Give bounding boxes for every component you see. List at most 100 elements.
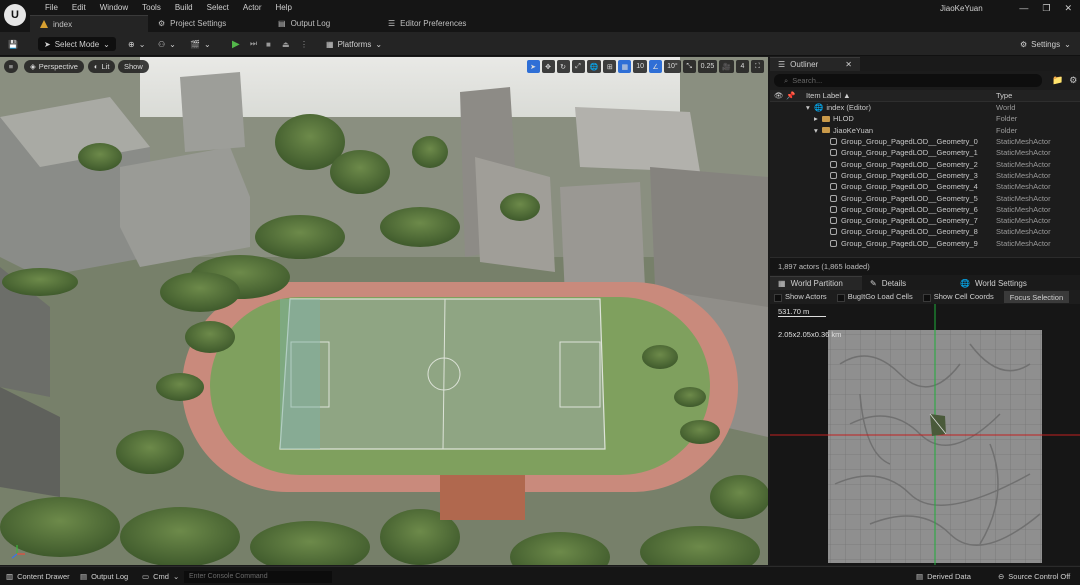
level-icon [40, 20, 48, 28]
row-label: Group_Group_PagedLOD__Geometry_3 [841, 170, 978, 180]
show-cell-coords-checkbox[interactable]: Show Cell Coords [922, 292, 994, 302]
select-tool-icon[interactable]: ➤ [526, 60, 540, 73]
add-actor-button[interactable]: ⊕ ⌄ [128, 36, 145, 52]
bugitgo-checkbox[interactable]: BugItGo Load Cells [836, 292, 913, 302]
platforms-dropdown[interactable]: ▦ Platforms ⌄ [326, 36, 382, 52]
outliner-row[interactable]: Group_Group_PagedLOD__Geometry_6 StaticMe… [770, 204, 1080, 215]
minimize-icon[interactable]: — [1019, 3, 1028, 14]
rotation-snap-icon[interactable]: ∠ [649, 60, 663, 73]
grid-snap-icon[interactable]: ▦ [618, 60, 632, 73]
settings-label: Settings [1031, 39, 1061, 49]
tab-output-log[interactable]: ▤ Output Log [268, 15, 378, 32]
column-item-label[interactable]: Item Label ▲ [806, 91, 996, 100]
pin-icon[interactable]: 📌 [786, 91, 798, 100]
grid-snap-value[interactable]: 10 [633, 60, 648, 73]
static-mesh-icon [830, 194, 837, 202]
world-partition-map[interactable] [770, 304, 1080, 565]
close-icon[interactable]: ✕ [845, 60, 852, 69]
add-folder-icon[interactable]: 📁 [1052, 75, 1063, 86]
level-viewport[interactable]: ≡ ◈ Perspective ◐ Lit Show ➤ ✥ ↻ ⤢ 🌐 ⊞ ▦ 1… [0, 57, 768, 565]
menu-file[interactable]: File [38, 2, 65, 14]
tab-outliner[interactable]: ☰ Outliner ✕ [770, 57, 860, 71]
world-space-icon[interactable]: 🌐 [586, 60, 602, 73]
expand-arrow-icon[interactable]: ▾ [814, 126, 822, 135]
tab-details[interactable]: ✎ Details [862, 276, 952, 290]
outliner-row[interactable]: Group_Group_PagedLOD__Geometry_3 StaticMe… [770, 170, 1080, 181]
camera-speed-value[interactable]: 4 [736, 60, 749, 73]
row-type: StaticMeshActor [996, 216, 1051, 226]
source-control-icon: ⊖ [998, 572, 1005, 581]
scale-snap-value[interactable]: 0.25 [697, 60, 718, 73]
select-mode-dropdown[interactable]: ➤ Select Mode ⌄ [38, 36, 116, 52]
outliner-row[interactable]: ▾ JiaoKeYuan Folder [770, 125, 1080, 136]
save-icon[interactable]: 💾 [8, 36, 18, 52]
visibility-icon[interactable]: 👁 [774, 91, 786, 100]
close-icon[interactable]: ✕ [1064, 3, 1072, 14]
output-log-label: Output Log [91, 572, 129, 581]
expand-arrow-icon[interactable]: ▾ [806, 103, 814, 112]
stop-button[interactable]: ■ [266, 36, 271, 52]
rotate-tool-icon[interactable]: ↻ [556, 60, 570, 73]
outliner-row[interactable]: Group_Group_PagedLOD__Geometry_4 StaticMe… [770, 181, 1080, 192]
menu-window[interactable]: Window [93, 2, 135, 14]
menu-help[interactable]: Help [269, 2, 299, 14]
content-drawer-button[interactable]: ▥ Content Drawer [6, 570, 70, 583]
step-button[interactable]: ⏭ [250, 36, 257, 52]
clapper-icon: 🎬 [190, 39, 200, 49]
outliner-row[interactable]: ▸ HLOD Folder [770, 113, 1080, 124]
camera-speed-icon[interactable]: 🎥 [719, 60, 734, 73]
chevron-down-icon: ⌄ [172, 572, 180, 581]
world-icon: 🌐 [814, 103, 824, 113]
play-options-button[interactable]: ⋮ [300, 36, 308, 52]
tab-world-partition[interactable]: ▦ World Partition [770, 276, 862, 290]
expand-arrow-icon[interactable]: ▸ [814, 114, 822, 123]
menu-build[interactable]: Build [168, 2, 200, 14]
maximize-icon[interactable]: ❐ [1042, 3, 1050, 14]
eject-button[interactable]: ⏏ [282, 36, 290, 52]
perspective-dropdown[interactable]: ◈ Perspective [24, 60, 84, 73]
outliner-row[interactable]: Group_Group_PagedLOD__Geometry_5 StaticMe… [770, 192, 1080, 203]
tab-editor-preferences[interactable]: ☰ Editor Preferences [378, 15, 498, 32]
title-bar: U File Edit Window Tools Build Select Ac… [0, 0, 1080, 32]
cinematics-button[interactable]: 🎬 ⌄ [190, 36, 211, 52]
play-button[interactable]: ▶ [232, 36, 240, 52]
scale-snap-icon[interactable]: ⤡ [682, 60, 696, 73]
viewport-menu-button[interactable]: ≡ [4, 60, 18, 73]
tab-index[interactable]: index [30, 15, 148, 32]
tab-project-settings[interactable]: ⚙ Project Settings [148, 15, 268, 32]
show-dropdown[interactable]: Show [118, 60, 149, 73]
menu-edit[interactable]: Edit [65, 2, 93, 14]
log-icon: ▤ [80, 572, 88, 581]
outliner-row[interactable]: Group_Group_PagedLOD__Geometry_7 StaticMe… [770, 215, 1080, 226]
lit-dropdown[interactable]: ◐ Lit [88, 60, 116, 73]
outliner-row[interactable]: Group_Group_PagedLOD__Geometry_9 StaticMe… [770, 238, 1080, 249]
outliner-row[interactable]: Group_Group_PagedLOD__Geometry_8 StaticMe… [770, 226, 1080, 237]
derived-data-button[interactable]: ▤ Derived Data [916, 570, 971, 583]
outliner-search-input[interactable]: ⌕ Search... [774, 74, 1042, 87]
unreal-logo-icon[interactable]: U [4, 4, 26, 26]
gear-icon[interactable]: ⚙ [1069, 75, 1077, 86]
move-tool-icon[interactable]: ✥ [541, 60, 555, 73]
menu-select[interactable]: Select [200, 2, 236, 14]
wp-minimap [770, 304, 1080, 565]
focus-selection-button[interactable]: Focus Selection [1003, 291, 1070, 303]
console-input[interactable]: Enter Console Command [184, 570, 332, 583]
blueprint-button[interactable]: ⚇ ⌄ [158, 36, 176, 52]
scale-tool-icon[interactable]: ⤢ [571, 60, 585, 73]
source-control-button[interactable]: ⊖ Source Control Off [998, 570, 1070, 583]
tab-world-settings[interactable]: 🌐 World Settings [952, 276, 1062, 290]
output-log-button[interactable]: ▤ Output Log [80, 570, 128, 583]
outliner-row[interactable]: Group_Group_PagedLOD__Geometry_2 StaticMe… [770, 158, 1080, 169]
settings-dropdown[interactable]: ⚙ Settings ⌄ [1020, 36, 1071, 52]
surface-snap-icon[interactable]: ⊞ [603, 60, 617, 73]
menu-actor[interactable]: Actor [236, 2, 269, 14]
column-type[interactable]: Type [996, 91, 1012, 100]
outliner-row[interactable]: Group_Group_PagedLOD__Geometry_1 StaticMe… [770, 147, 1080, 158]
outliner-row[interactable]: Group_Group_PagedLOD__Geometry_0 StaticMe… [770, 136, 1080, 147]
menu-tools[interactable]: Tools [135, 2, 168, 14]
show-actors-checkbox[interactable]: Show Actors [774, 292, 827, 302]
rotation-snap-value[interactable]: 10° [664, 60, 681, 73]
outliner-row[interactable]: ▾ 🌐 index (Editor) World [770, 102, 1080, 113]
maximize-viewport-icon[interactable]: ⛶ [751, 60, 764, 73]
cmd-dropdown[interactable]: ▭ Cmd ⌄ [142, 570, 179, 583]
